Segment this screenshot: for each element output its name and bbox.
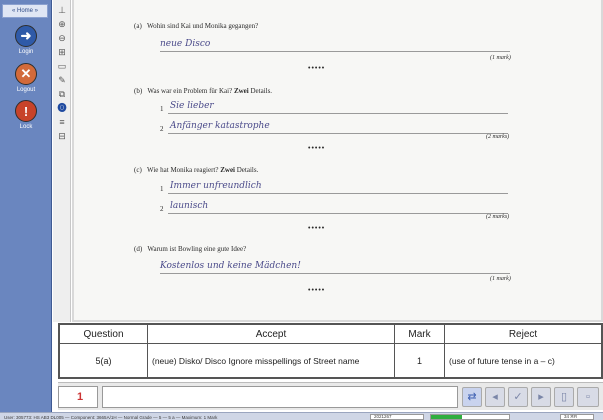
cell-mark: 1 <box>394 343 445 378</box>
separator-dots: ••••• <box>308 144 326 152</box>
lock-label: Lock <box>19 124 33 130</box>
marks-a: (1 mark) <box>490 55 511 61</box>
finish-icon[interactable]: ▫ <box>577 387 599 407</box>
answer-c2: launisch <box>170 201 209 211</box>
mark-value-box[interactable]: 1 <box>58 386 98 408</box>
answer-line <box>160 273 510 274</box>
mark-entry-bar: 1 ⇄ ◂ ✓ ▸ ▯ ▫ <box>58 382 603 410</box>
question-c: (c) Wie hat Monika reagiert? Zwei Detail… <box>134 166 259 174</box>
line-number: 2 <box>160 205 164 213</box>
previous-icon[interactable]: ◂ <box>485 387 505 407</box>
header-reject: Reject <box>444 324 602 344</box>
answer-line <box>168 113 508 114</box>
zoom-field: 34 ЯЯ <box>560 414 594 420</box>
cell-question: 5(a) <box>59 343 148 378</box>
cell-accept: (neue) Disko/ Disco Ignore misspellings … <box>147 343 395 378</box>
answer-line <box>168 193 508 194</box>
answer-line <box>168 133 508 134</box>
lock-icon: ! <box>15 100 37 122</box>
separator-dots: ••••• <box>308 286 326 294</box>
separator-dots: ••••• <box>308 224 326 232</box>
answer-d: Kostenlos und keine Mädchen! <box>160 261 301 271</box>
header-mark: Mark <box>394 324 445 344</box>
lock-button[interactable]: ! Lock <box>9 100 43 130</box>
logout-label: Logout <box>16 87 36 93</box>
cell-reject: (use of future tense in a – c) <box>444 343 602 378</box>
answer-a: neue Disco <box>160 39 211 49</box>
marks-c: (2 marks) <box>486 214 510 220</box>
status-bar: User: 305773: HS AB3 DL005 — Component: … <box>0 412 603 420</box>
pen-icon[interactable]: ✎ <box>56 74 68 86</box>
separator-dots: ••••• <box>308 64 326 72</box>
mark-scheme-header-row: Question Accept Mark Reject <box>59 324 602 344</box>
progress-bar <box>430 414 510 420</box>
next-icon[interactable]: ▸ <box>531 387 551 407</box>
login-label: Login <box>18 49 34 55</box>
zoom-in-icon[interactable]: ⊕ <box>56 18 68 30</box>
answer-line <box>160 51 510 52</box>
question-a: (a) Wohin sind Kai und Monika gegangen? <box>134 22 259 30</box>
comment-icon[interactable]: ▭ <box>56 60 68 72</box>
answer-b1: Sie lieber <box>170 101 214 111</box>
grid-icon[interactable]: ⊞ <box>56 46 68 58</box>
script-viewer[interactable]: (a) Wohin sind Kai und Monika gegangen? … <box>72 0 603 322</box>
marks-b: (2 marks) <box>486 134 510 140</box>
answer-b2: Anfänger katastrophe <box>170 121 270 131</box>
zoom-out-icon[interactable]: ⊖ <box>56 32 68 44</box>
progress-fill <box>431 415 463 419</box>
comment-input[interactable] <box>102 386 458 408</box>
copy-icon[interactable]: ⧉ <box>56 88 68 100</box>
pin-icon[interactable]: ⊥ <box>56 4 68 16</box>
logout-button[interactable]: ✕ Logout <box>9 63 43 93</box>
info-icon[interactable]: ⓿ <box>56 102 68 114</box>
table-row: 5(a) (neue) Disko/ Disco Ignore misspell… <box>59 343 602 378</box>
answer-c1: Immer unfreundlich <box>170 181 262 191</box>
mark-scheme-table: Question Accept Mark Reject 5(a) (neue) … <box>58 323 603 379</box>
line-number: 2 <box>160 125 164 133</box>
login-button[interactable]: ➜ Login <box>9 25 43 55</box>
status-text: User: 305773: HS AB3 DL005 — Component: … <box>4 415 218 420</box>
line-number: 1 <box>160 105 164 113</box>
answer-line <box>168 213 508 214</box>
answer-page: (a) Wohin sind Kai und Monika gegangen? … <box>74 0 601 320</box>
lines-icon[interactable]: ≡ <box>56 116 68 128</box>
table-icon[interactable]: ⊟ <box>56 130 68 142</box>
question-d: (d) Warum ist Bowling eine gute Idee? <box>134 245 247 253</box>
header-accept: Accept <box>147 324 395 344</box>
line-number: 1 <box>160 185 164 193</box>
home-button[interactable]: « Home » <box>2 4 48 18</box>
annotation-toolstrip: ⊥ ⊕ ⊖ ⊞ ▭ ✎ ⧉ ⓿ ≡ ⊟ <box>53 0 71 322</box>
status-field: 2021267 <box>370 414 424 420</box>
logout-x-icon: ✕ <box>15 63 37 85</box>
login-arrow-icon: ➜ <box>15 25 37 47</box>
header-question: Question <box>59 324 148 344</box>
check-icon[interactable]: ✓ <box>508 387 528 407</box>
question-b: (b) Was war ein Problem für Kai? Zwei De… <box>134 87 273 95</box>
sidebar: « Home » ➜ Login ✕ Logout ! Lock <box>0 0 52 412</box>
page-icon[interactable]: ▯ <box>554 387 574 407</box>
marks-d: (1 mark) <box>490 276 511 282</box>
swap-arrows-icon[interactable]: ⇄ <box>462 387 482 407</box>
